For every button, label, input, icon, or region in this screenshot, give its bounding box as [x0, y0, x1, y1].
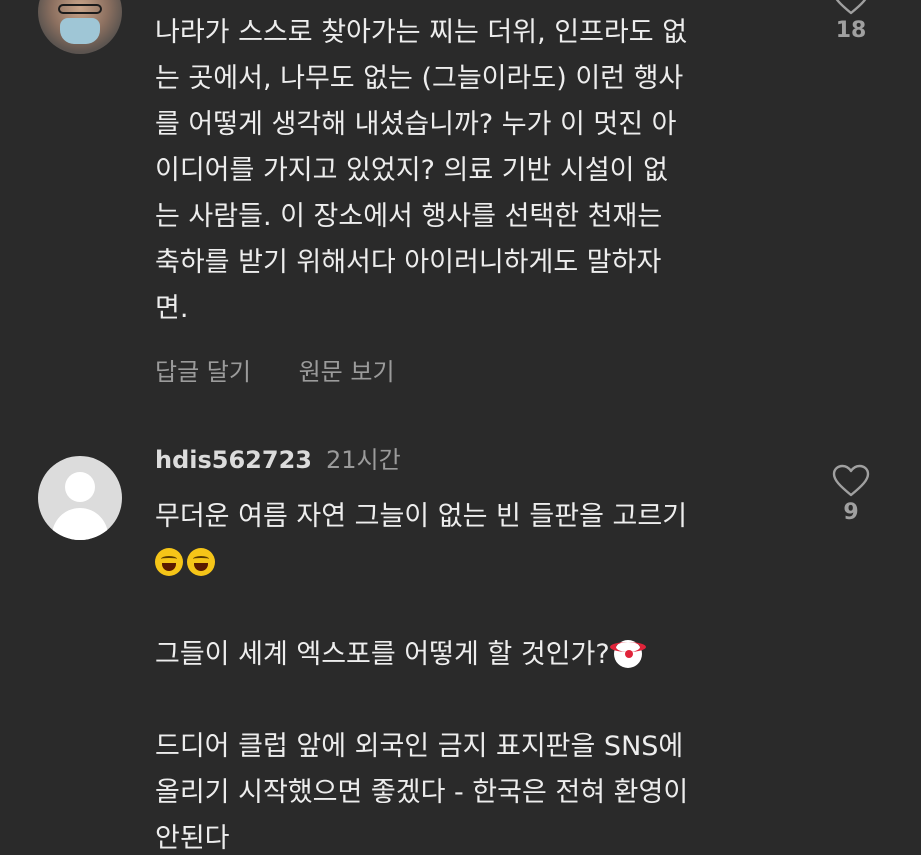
comment-line: 를 어떻게 생각해 내셨습니까? 누가 이 멋진 아 — [155, 109, 677, 140]
comment-emoji-line — [155, 540, 688, 586]
comment-line: 올리기 시작했으면 좋겠다 - 한국은 전혀 환영이 — [155, 777, 689, 808]
comment-meta: hdis562723 21시간 — [155, 440, 401, 475]
comment-body: 나라가 스스로 찾아가는 찌는 더위, 인프라도 없는 곳에서, 나무도 없는 … — [155, 10, 687, 332]
like-button[interactable]: 18 — [826, 0, 876, 43]
comment-line: 이디어를 가지고 있었지? 의료 기반 시설이 없 — [155, 155, 668, 186]
timestamp: 21시간 — [325, 446, 401, 474]
avatar-mask — [60, 18, 100, 44]
rolling-on-floor-laughing-icon — [155, 548, 183, 576]
comment-body: 무더운 여름 자연 그늘이 없는 빈 들판을 고르기그들이 세계 엑스포를 어떻… — [155, 494, 688, 855]
comment-line: 는 곳에서, 나무도 없는 (그늘이라도) 이런 행사 — [155, 63, 684, 94]
like-button[interactable]: 9 — [826, 464, 876, 525]
comment-line: 무더운 여름 자연 그늘이 없는 빈 들판을 고르기 — [155, 501, 688, 532]
comment-line: 축하를 받기 위해서다 아이러니하게도 말하자 — [155, 247, 662, 278]
comment-thread: 나라가 스스로 찾아가는 찌는 더위, 인프라도 없는 곳에서, 나무도 없는 … — [0, 0, 921, 855]
comment-line: 그들이 세계 엑스포를 어떻게 할 것인가? — [155, 632, 688, 678]
comment-line: 는 사람들. 이 장소에서 행사를 선택한 천재는 — [155, 201, 663, 232]
avatar-glasses — [58, 4, 102, 14]
comment-line: 나라가 스스로 찾아가는 찌는 더위, 인프라도 없 — [155, 17, 688, 48]
commenter-avatar[interactable] — [38, 456, 122, 540]
like-count: 9 — [843, 500, 859, 525]
comment-line: 드디어 클럽 앞에 외국인 금지 표지판을 SNS에 — [155, 731, 684, 762]
heart-outline-icon — [832, 464, 870, 497]
comment-line: 안된다 — [155, 823, 230, 854]
comment-actions: 답글 달기 원문 보기 — [155, 352, 435, 387]
commenter-avatar[interactable] — [38, 0, 122, 54]
heart-outline-icon — [835, 0, 867, 15]
username[interactable]: hdis562723 — [155, 446, 312, 474]
avatar-head — [65, 472, 95, 502]
like-count: 18 — [835, 18, 867, 43]
rolling-on-floor-laughing-icon — [187, 548, 215, 576]
clown-face-icon — [609, 640, 646, 668]
view-original-button[interactable]: 원문 보기 — [299, 358, 395, 386]
comment-line-text: 그들이 세계 엑스포를 어떻게 할 것인가? — [155, 639, 610, 670]
avatar-body — [52, 508, 108, 540]
reply-button[interactable]: 답글 달기 — [155, 358, 251, 386]
comment-line: 면. — [155, 293, 189, 324]
